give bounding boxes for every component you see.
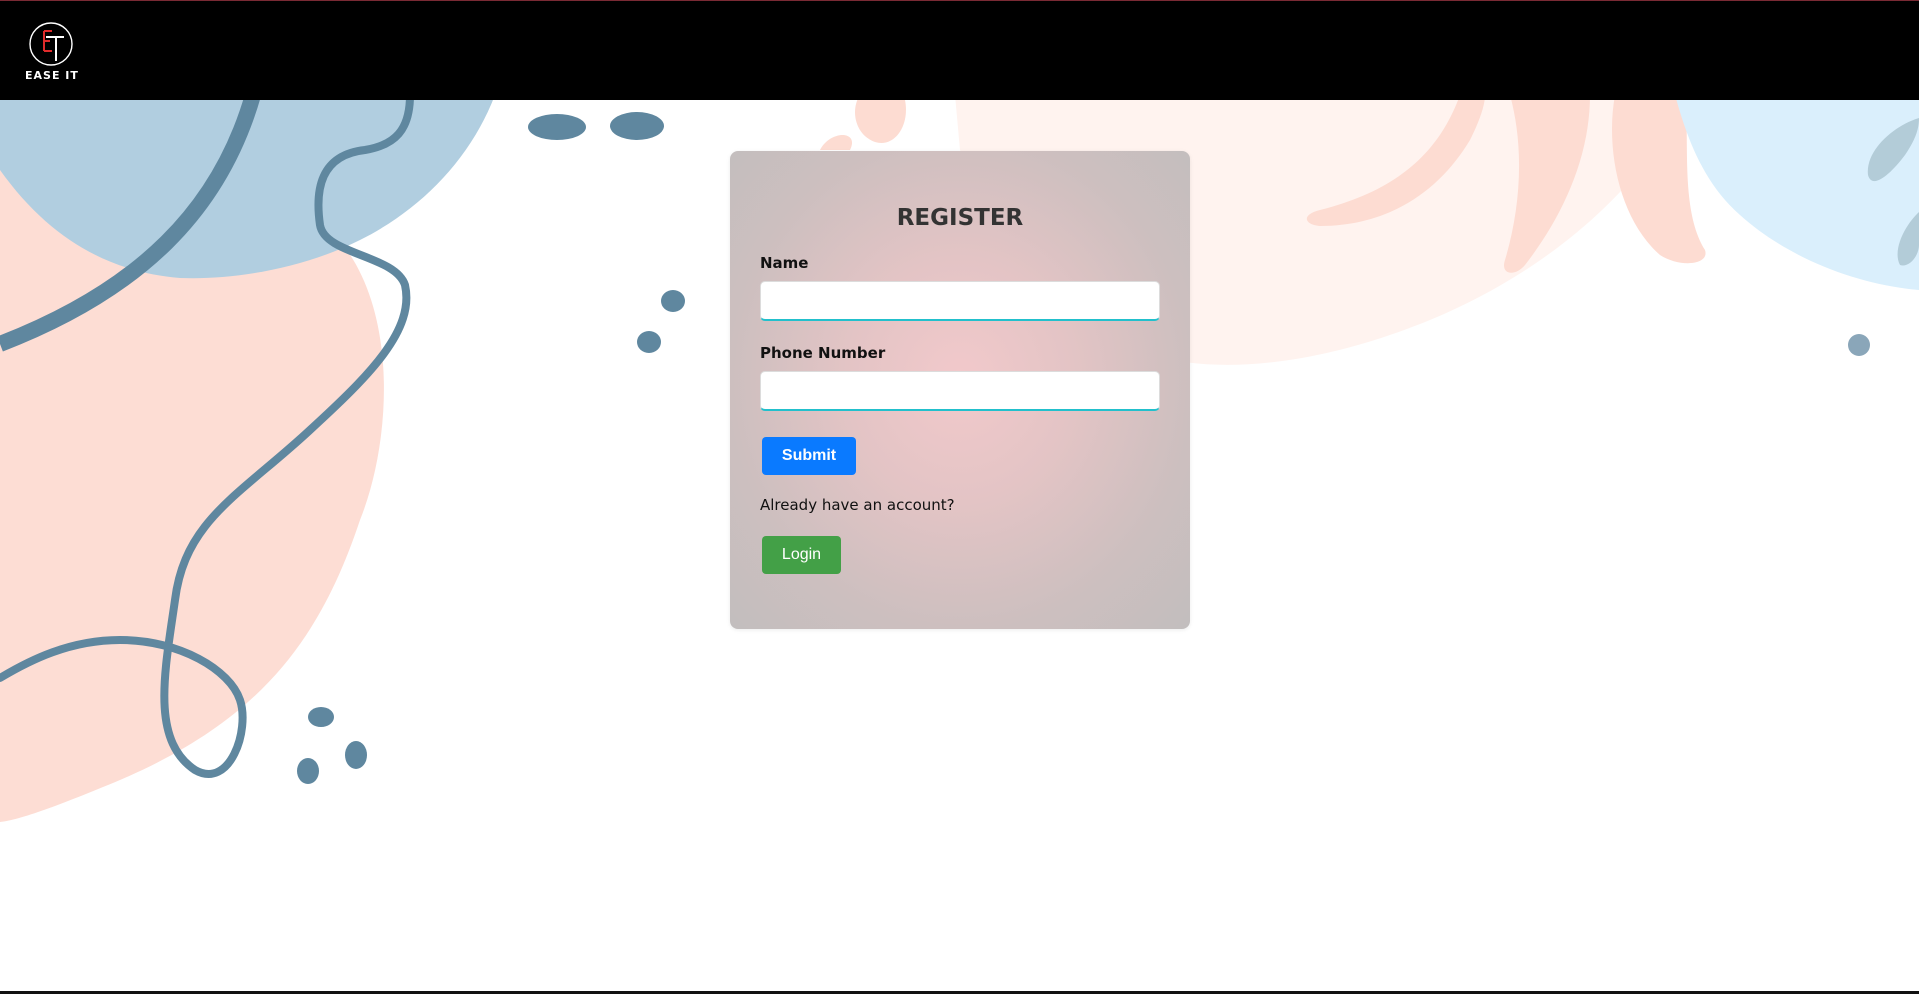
phone-number-input[interactable] <box>760 371 1160 411</box>
name-label: Name <box>760 254 809 272</box>
register-card: REGISTER Name Phone Number Submit Alread… <box>730 151 1190 629</box>
register-title: REGISTER <box>896 205 1024 231</box>
login-button[interactable]: Login <box>762 536 841 574</box>
blue-dot <box>345 741 367 769</box>
light-blue-blob-right <box>1675 95 1919 290</box>
phone-number-label: Phone Number <box>760 344 886 362</box>
brand-name: EASE IT <box>25 69 79 82</box>
blue-dot <box>610 112 664 140</box>
name-input[interactable] <box>760 281 1160 321</box>
blue-dot <box>637 331 661 353</box>
ease-it-logo-icon <box>29 22 73 66</box>
already-have-account-text: Already have an account? <box>760 496 955 514</box>
blue-dot <box>661 290 685 312</box>
pink-petal <box>820 135 853 150</box>
submit-button[interactable]: Submit <box>762 437 856 475</box>
blue-dot <box>1848 334 1870 356</box>
blue-dot <box>297 758 319 784</box>
pink-petal <box>855 95 906 143</box>
top-nav-bar: EASE IT <box>0 0 1919 100</box>
blue-dot <box>308 707 334 727</box>
blue-dot <box>528 114 586 140</box>
brand-logo[interactable]: EASE IT <box>25 21 79 85</box>
